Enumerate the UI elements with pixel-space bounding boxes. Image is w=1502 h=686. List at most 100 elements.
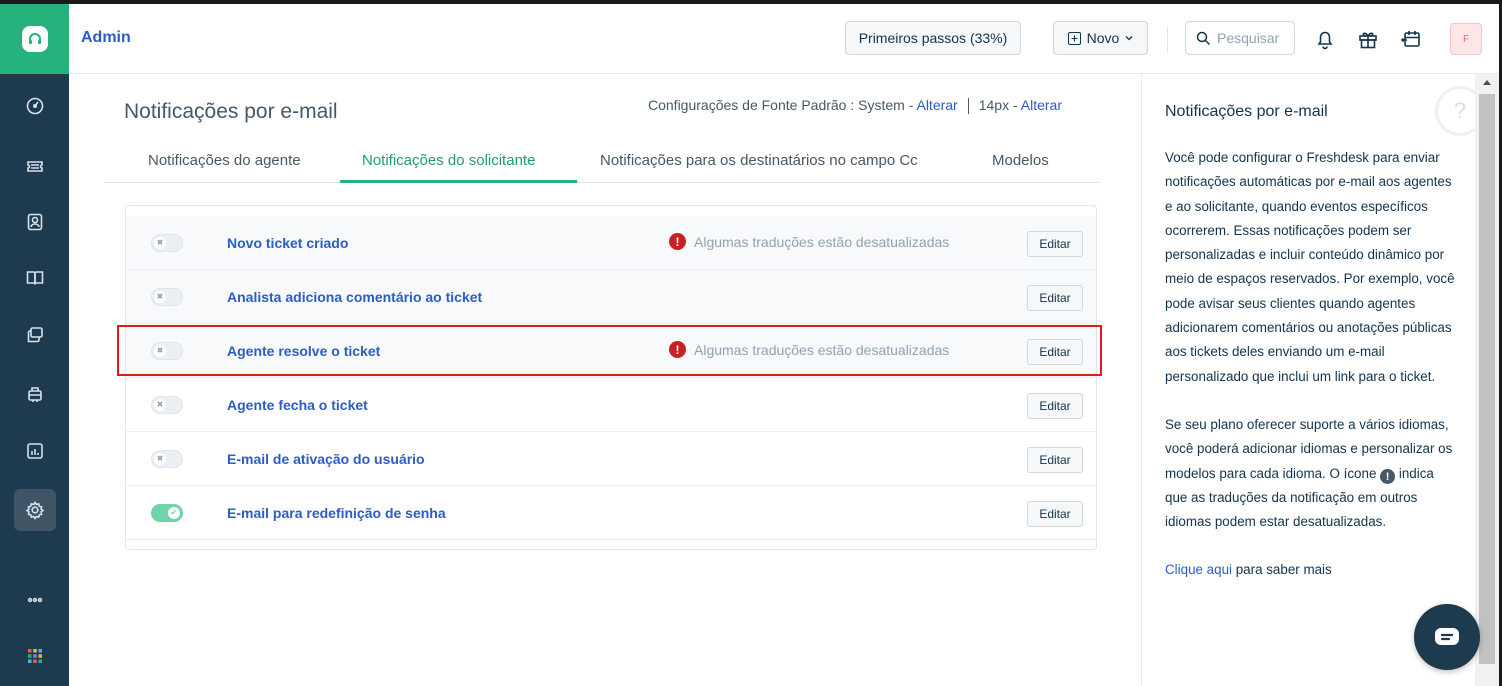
help-panel-body: Você pode configurar o Freshdesk para en…: [1165, 146, 1457, 607]
contacts-icon: [27, 213, 42, 231]
notification-link[interactable]: E-mail de ativação do usuário: [227, 451, 425, 467]
sidebar-item-admin[interactable]: [0, 488, 69, 532]
page-title: Notificações por e-mail: [124, 100, 338, 123]
notification-toggle[interactable]: ✖: [151, 342, 183, 360]
scroll-up-arrow-icon[interactable]: [1483, 80, 1491, 85]
tab-requester-notifications[interactable]: Notificações do solicitante: [362, 152, 535, 169]
help-paragraph: Você pode configurar o Freshdesk para en…: [1165, 150, 1455, 384]
sidebar-item-apps[interactable]: [0, 634, 69, 678]
edit-button[interactable]: Editar: [1027, 393, 1083, 419]
gift-icon[interactable]: [1355, 26, 1381, 52]
apps-grid-icon: [27, 649, 42, 663]
chat-widget-button[interactable]: [1414, 604, 1480, 670]
toggle-off-icon: ✖: [154, 291, 166, 303]
outdated-translation-warning: ! Algumas traduções estão desatualizadas: [669, 341, 949, 358]
plus-box-icon: [1067, 31, 1081, 45]
notification-link[interactable]: E-mail para redefinição de senha: [227, 505, 446, 521]
scrollbar[interactable]: [1475, 74, 1499, 686]
toggle-off-icon: ✖: [154, 237, 166, 249]
table-row: ✖ Analista adiciona comentário ao ticket…: [126, 270, 1096, 324]
search-placeholder: Pesquisar: [1217, 30, 1280, 46]
alter-font-link[interactable]: Alterar: [916, 97, 957, 113]
chevron-down-icon: [1125, 36, 1133, 41]
edit-button[interactable]: Editar: [1027, 501, 1083, 527]
table-row: ✖ Agente resolve o ticket ! Algumas trad…: [126, 324, 1096, 378]
sidebar-item-automation[interactable]: [0, 372, 69, 416]
reports-icon: [26, 443, 43, 459]
toggle-on-check-icon: ✔: [168, 507, 180, 519]
notification-toggle[interactable]: ✔: [151, 504, 183, 522]
warning-exclamation-icon: !: [1380, 469, 1396, 485]
help-text: para saber mais: [1232, 562, 1332, 578]
tab-cc-notifications[interactable]: Notificações para os destinatários no ca…: [600, 152, 918, 169]
warning-exclamation-icon: !: [669, 341, 686, 358]
alter-size-link[interactable]: Alterar: [1021, 97, 1062, 113]
sidebar-item-forums[interactable]: [0, 313, 69, 357]
font-config-label: Configurações de Fonte Padrão : System -: [648, 97, 917, 113]
notification-link[interactable]: Agente fecha o ticket: [227, 397, 368, 413]
outdated-translation-warning: ! Algumas traduções estão desatualizadas: [669, 233, 949, 250]
font-config: Configurações de Fonte Padrão : System -…: [648, 97, 1062, 115]
notification-toggle[interactable]: ✖: [151, 288, 183, 306]
help-panel: Notificações por e-mail Você pode config…: [1141, 74, 1472, 686]
top-header: Admin Primeiros passos (33%) Novo Pesqui…: [69, 4, 1499, 74]
new-dropdown-button[interactable]: Novo: [1053, 21, 1148, 55]
table-row: ✖ Agente fecha o ticket Editar: [126, 378, 1096, 432]
sidebar-item-contacts[interactable]: [0, 200, 69, 244]
search-icon: [1196, 31, 1211, 45]
notification-toggle[interactable]: ✖: [151, 396, 183, 414]
edit-button[interactable]: Editar: [1027, 231, 1083, 257]
notification-link[interactable]: Analista adiciona comentário ao ticket: [227, 289, 482, 305]
tab-agent-notifications[interactable]: Notificações do agente: [148, 152, 301, 169]
knowledge-base-icon: [26, 271, 43, 285]
notification-link[interactable]: Agente resolve o ticket: [227, 343, 380, 359]
sidebar-item-more[interactable]: [0, 578, 69, 622]
sidebar-item-tickets[interactable]: [0, 144, 69, 188]
font-size-label: 14px -: [978, 97, 1021, 113]
notifications-bell-icon[interactable]: [1312, 26, 1338, 52]
active-tab-indicator: [340, 180, 577, 183]
table-row: ✔ E-mail para redefinição de senha Edita…: [126, 486, 1096, 540]
toggle-off-icon: ✖: [154, 345, 166, 357]
warning-exclamation-icon: !: [669, 233, 686, 250]
font-config-separator: [967, 98, 969, 115]
edit-button[interactable]: Editar: [1027, 285, 1083, 311]
more-icon: [27, 597, 42, 603]
scroll-thumb[interactable]: [1479, 94, 1495, 664]
headset-icon: [21, 26, 48, 52]
page-section-title: Admin: [81, 29, 131, 46]
notification-list: ✖ Novo ticket criado ! Algumas traduções…: [125, 205, 1097, 550]
warning-text: Algumas traduções estão desatualizadas: [694, 341, 950, 358]
sidebar-item-reports[interactable]: [0, 429, 69, 473]
edit-button[interactable]: Editar: [1027, 447, 1083, 473]
learn-more-link[interactable]: Clique aqui: [1165, 562, 1232, 577]
chat-bubble-icon: [1435, 628, 1459, 645]
warning-text: Algumas traduções estão desatualizadas: [694, 233, 950, 250]
edit-button[interactable]: Editar: [1027, 339, 1083, 365]
table-row: ✖ E-mail de ativação do usuário Editar: [126, 432, 1096, 486]
dashboard-icon: [26, 97, 43, 115]
tab-templates[interactable]: Modelos: [992, 152, 1049, 169]
notification-toggle[interactable]: ✖: [151, 450, 183, 468]
freshdesk-logo[interactable]: [0, 4, 69, 74]
calendar-switch-icon[interactable]: [1398, 26, 1424, 52]
getting-started-button[interactable]: Primeiros passos (33%): [845, 21, 1021, 55]
notification-link[interactable]: Novo ticket criado: [227, 235, 348, 251]
automation-icon: [27, 387, 42, 402]
search-input[interactable]: Pesquisar: [1185, 21, 1295, 55]
sidebar: [0, 4, 69, 686]
table-row: ✖ Novo ticket criado ! Algumas traduções…: [126, 216, 1096, 270]
header-divider: [1167, 26, 1168, 52]
main-content: Notificações por e-mail Configurações de…: [81, 74, 1141, 686]
sidebar-item-knowledge-base[interactable]: [0, 256, 69, 300]
tickets-icon: [26, 161, 43, 172]
admin-settings-icon: [25, 501, 44, 520]
user-avatar[interactable]: F: [1450, 23, 1482, 55]
help-panel-title: Notificações por e-mail: [1165, 103, 1328, 120]
toggle-off-icon: ✖: [154, 453, 166, 465]
notification-tabs: Notificações do agente Notificações do s…: [104, 142, 1099, 183]
forums-icon: [27, 327, 43, 343]
toggle-off-icon: ✖: [154, 399, 166, 411]
sidebar-item-dashboard[interactable]: [0, 84, 69, 128]
notification-toggle[interactable]: ✖: [151, 234, 183, 252]
